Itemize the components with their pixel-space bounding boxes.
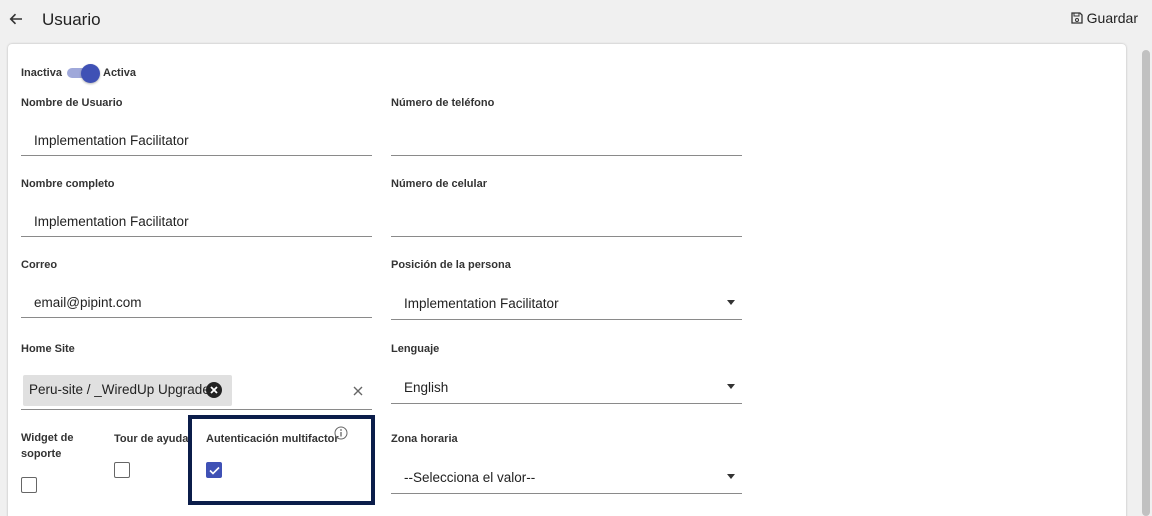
position-select[interactable]: Implementation Facilitator <box>404 296 559 311</box>
language-underline <box>391 403 742 404</box>
timezone-select[interactable]: --Selecciona el valor-- <box>404 470 535 485</box>
save-button-label: Guardar <box>1086 10 1138 26</box>
back-button[interactable] <box>6 8 26 30</box>
username-underline <box>21 155 372 156</box>
support-widget-label-line1: Widget de <box>21 432 74 444</box>
mobile-underline <box>391 236 742 237</box>
home-site-chip-label: Peru-site / _WiredUp Upgrade <box>29 382 210 397</box>
mfa-label: Autenticación multifactor <box>206 433 339 445</box>
username-input[interactable]: Implementation Facilitator <box>34 133 189 148</box>
username-label: Nombre de Usuario <box>21 97 123 109</box>
toggle-off-label: Inactiva <box>21 67 62 79</box>
save-button[interactable]: Guardar <box>1070 10 1138 26</box>
phone-underline <box>391 155 742 156</box>
support-widget-checkbox[interactable] <box>21 477 37 493</box>
phone-label: Número de teléfono <box>391 97 495 109</box>
scrollbar-thumb[interactable] <box>1142 50 1150 516</box>
email-input[interactable]: email@pipint.com <box>34 295 142 310</box>
chip-remove-icon[interactable] <box>206 382 222 398</box>
help-tour-checkbox[interactable] <box>114 462 130 478</box>
language-select[interactable]: English <box>404 380 448 395</box>
toggle-on-label: Activa <box>103 67 137 79</box>
page-title: Usuario <box>42 10 101 29</box>
home-site-underline <box>21 409 372 410</box>
chevron-down-icon[interactable] <box>727 384 735 389</box>
arrow-left-icon <box>9 13 22 25</box>
help-tour-label: Tour de ayuda <box>114 433 189 445</box>
full-name-underline <box>21 236 372 237</box>
email-underline <box>21 317 372 318</box>
support-widget-label-line2: soporte <box>21 448 62 460</box>
position-label: Posición de la persona <box>391 259 511 271</box>
email-label: Correo <box>21 259 58 271</box>
timezone-label: Zona horaria <box>391 433 458 445</box>
check-icon <box>208 466 220 475</box>
mfa-checkbox[interactable] <box>206 462 222 478</box>
status-toggle-knob[interactable] <box>81 64 100 83</box>
timezone-underline <box>391 493 742 494</box>
full-name-label: Nombre completo <box>21 178 115 190</box>
info-icon[interactable] <box>334 426 348 440</box>
clear-icon[interactable] <box>352 384 364 396</box>
mobile-label: Número de celular <box>391 178 487 190</box>
floppy-disk-icon <box>1070 12 1083 24</box>
home-site-label: Home Site <box>21 343 75 355</box>
position-underline <box>391 319 742 320</box>
chevron-down-icon[interactable] <box>727 474 735 479</box>
top-bar: Usuario Guardar <box>0 0 1152 40</box>
chevron-down-icon[interactable] <box>727 300 735 305</box>
user-form-card <box>8 44 1126 516</box>
language-label: Lenguaje <box>391 343 440 355</box>
full-name-input[interactable]: Implementation Facilitator <box>34 214 189 229</box>
home-site-chip[interactable]: Peru-site / _WiredUp Upgrade <box>23 375 232 406</box>
